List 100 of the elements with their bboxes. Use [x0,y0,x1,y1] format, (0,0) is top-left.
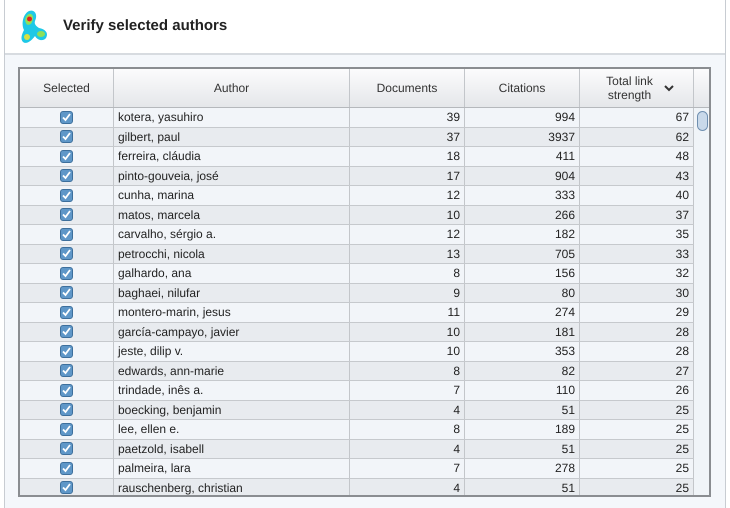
checkbox[interactable] [60,208,73,222]
checkbox[interactable] [60,364,73,378]
table-cell: 11 [350,303,465,322]
table-cell: edwards, ann-marie [114,362,350,380]
table-cell: 25 [580,459,694,478]
checkbox[interactable] [60,422,73,436]
table-cell: 28 [580,322,694,341]
checkbox[interactable] [60,228,73,241]
table-cell: paetzold, isabell [114,440,350,458]
table-cell: ferreira, cláudia [114,147,350,166]
checkbox[interactable] [60,344,73,358]
table-cell: 9 [350,284,465,302]
table-cell: 51 [465,400,580,419]
table-cell: 10 [350,342,465,360]
checkbox[interactable] [60,481,73,494]
dialog-title: Verify selected authors [63,16,228,36]
table-cell: 48 [580,147,694,166]
table-cell: 411 [465,147,580,166]
checkbox[interactable] [60,462,73,475]
checkbox[interactable] [60,169,73,182]
table-cell: 274 [465,303,580,322]
checkbox[interactable] [60,306,73,319]
table-cell: 40 [580,186,694,204]
table-cell: garcía-campayo, javier [114,322,350,341]
table-cell: 353 [465,342,580,360]
table-cell: 10 [350,322,465,341]
table-cell: 189 [465,420,580,438]
table-cell: 4 [350,478,465,495]
table-cell: pinto-gouveia, josé [114,166,350,185]
checkbox[interactable] [60,130,73,144]
table-cell: cunha, marina [114,186,350,204]
table-cell: 62 [580,128,694,146]
table-cell: baghaei, nilufar [114,284,350,302]
checkbox[interactable] [60,286,73,300]
table-cell: 7 [350,381,465,400]
table-cell: kotera, yasuhiro [114,108,350,126]
table-cell: 30 [580,284,694,302]
checkbox[interactable] [60,384,73,397]
table-cell: 37 [350,128,465,146]
checkbox[interactable] [60,403,73,416]
table-cell: 51 [465,440,580,458]
table-cell: 904 [465,166,580,185]
table-cell: 266 [465,206,580,224]
table-cell: 8 [350,264,465,282]
column-header[interactable]: Citations [465,69,580,107]
table-cell: 25 [580,440,694,458]
table-cell: 10 [350,206,465,224]
table-cell: trindade, inês a. [114,381,350,400]
table-cell: 12 [350,225,465,244]
table-cell: 333 [465,186,580,204]
table-cell: 4 [350,440,465,458]
table-cell: 32 [580,264,694,282]
table-cell: galhardo, ana [114,264,350,282]
table-cell: 37 [580,206,694,224]
table-cell: rauschenberg, christian [114,478,350,495]
table-cell: 7 [350,459,465,478]
checkbox[interactable] [60,110,73,124]
checkbox[interactable] [60,442,73,456]
checkbox[interactable] [60,266,73,280]
table-cell: 26 [580,381,694,400]
column-header[interactable]: Author [114,69,350,107]
checkbox[interactable] [60,188,73,202]
checkbox[interactable] [60,247,73,260]
table-cell: 278 [465,459,580,478]
table-cell: 25 [580,420,694,438]
table-cell: 28 [580,342,694,360]
table-cell: 43 [580,166,694,185]
table-cell: 3937 [465,128,580,146]
table-cell: 17 [350,166,465,185]
table-cell: matos, marcela [114,206,350,224]
table-cell: 25 [580,478,694,495]
table-cell: 18 [350,147,465,166]
table-cell: 156 [465,264,580,282]
table-cell: carvalho, sérgio a. [114,225,350,244]
table-cell: petrocchi, nicola [114,244,350,263]
column-header[interactable]: Documents [350,69,465,107]
table-cell: lee, ellen e. [114,420,350,438]
checkbox[interactable] [60,325,73,338]
table-cell: 80 [465,284,580,302]
table-cell: montero-marin, jesus [114,303,350,322]
table-cell: jeste, dilip v. [114,342,350,360]
column-header[interactable]: Total link strength [580,69,694,107]
table-cell: 29 [580,303,694,322]
table-cell: palmeira, lara [114,459,350,478]
table-cell: 27 [580,362,694,380]
table-cell: 33 [580,244,694,263]
table-cell: 67 [580,108,694,126]
table-cell: 13 [350,244,465,263]
table-cell: boecking, benjamin [114,400,350,419]
table-cell: 25 [580,400,694,419]
table-cell: 110 [465,381,580,400]
scrollbar-thumb[interactable] [697,111,708,131]
checkbox[interactable] [60,150,73,163]
table-cell: 4 [350,400,465,419]
table-cell: 182 [465,225,580,244]
table-cell: 994 [465,108,580,126]
table-cell: 82 [465,362,580,380]
table-cell: 51 [465,478,580,495]
table-cell: 39 [350,108,465,126]
column-header[interactable]: Selected [20,69,114,107]
